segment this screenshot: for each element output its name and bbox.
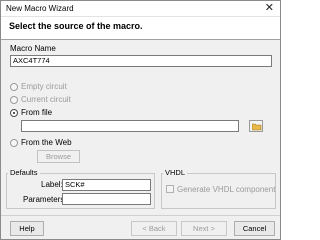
- close-icon[interactable]: ✕: [265, 2, 274, 14]
- macro-name-input[interactable]: AXC4T774: [10, 55, 272, 67]
- folder-icon: [252, 123, 262, 131]
- radio-from-web[interactable]: [10, 139, 18, 147]
- parameters-input[interactable]: [62, 193, 151, 205]
- label-caption: Label:: [41, 180, 63, 189]
- footer-divider: [1, 215, 280, 216]
- cancel-button[interactable]: Cancel: [234, 221, 275, 236]
- page-heading: Select the source of the macro.: [9, 21, 143, 31]
- file-path-input[interactable]: [21, 120, 239, 132]
- wizard-window: New Macro Wizard ✕ Select the source of …: [0, 0, 281, 240]
- radio-empty-circuit[interactable]: [10, 83, 18, 91]
- macro-name-label: Macro Name: [10, 44, 56, 53]
- radio-current-circuit[interactable]: [10, 96, 18, 104]
- label-input[interactable]: SCK#: [62, 179, 151, 191]
- open-folder-button[interactable]: [249, 120, 263, 132]
- parameters-caption: Parameters:: [23, 195, 67, 204]
- vhdl-group-title: VHDL: [163, 168, 188, 177]
- radio-from-file-label: From file: [21, 108, 53, 117]
- wizard-header: Select the source of the macro.: [1, 17, 280, 39]
- browse-button[interactable]: Browse: [37, 150, 80, 163]
- back-button[interactable]: < Back: [131, 221, 177, 236]
- header-divider: [1, 39, 280, 40]
- defaults-group-title: Defaults: [8, 168, 40, 177]
- next-button[interactable]: Next >: [181, 221, 227, 236]
- radio-from-file[interactable]: [10, 109, 18, 117]
- window-title: New Macro Wizard: [6, 4, 74, 13]
- radio-empty-circuit-label: Empty circuit: [21, 82, 67, 91]
- generate-vhdl-label: Generate VHDL component: [177, 185, 276, 194]
- generate-vhdl-checkbox[interactable]: [166, 185, 174, 193]
- radio-current-circuit-label: Current circuit: [21, 95, 71, 104]
- help-button[interactable]: Help: [10, 221, 44, 236]
- radio-from-web-label: From the Web: [21, 138, 72, 147]
- title-bar: New Macro Wizard ✕: [1, 1, 280, 17]
